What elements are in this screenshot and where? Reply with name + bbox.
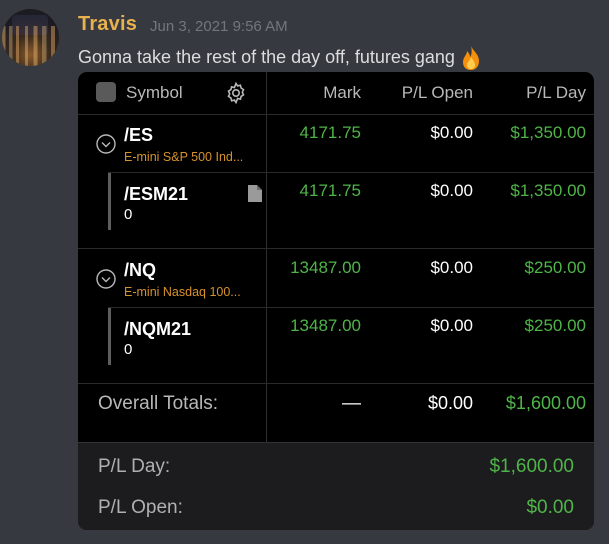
summary-pl-day-label: P/L Day: (98, 456, 171, 477)
summary-pl-open-label: P/L Open: (98, 497, 183, 518)
positions-table: Symbol Mark P/L Open P/L Day /ES E-mini … (78, 72, 594, 442)
pl-summary-panel: P/L Day: $1,600.00 P/L Open: $0.00 (78, 442, 594, 530)
pl-day-value: $1,350.00 (510, 181, 586, 200)
child-quantity: 0 (124, 206, 133, 223)
mark-value: 4171.75 (299, 181, 361, 200)
pl-day-value: $1,350.00 (510, 123, 586, 142)
select-all-checkbox[interactable] (96, 82, 116, 102)
child-symbol: /ESM21 (124, 184, 189, 204)
mark-value: 13487.00 (290, 258, 361, 277)
totals-label: Overall Totals: (98, 393, 219, 414)
fire-emoji-icon (459, 45, 481, 70)
mark-value: 13487.00 (290, 316, 361, 335)
pl-day-value: $250.00 (524, 316, 586, 335)
message-text-container: Gonna take the rest of the day off, futu… (78, 45, 481, 70)
gear-icon[interactable] (224, 81, 248, 105)
chevron-down-icon[interactable] (96, 269, 116, 289)
message-text: Gonna take the rest of the day off, futu… (78, 46, 455, 67)
pl-day-value: $250.00 (524, 258, 586, 277)
child-symbol: /NQM21 (124, 319, 192, 339)
group-description: E-mini S&P 500 Ind... (124, 150, 244, 164)
summary-pl-day-value: $1,600.00 (489, 456, 574, 477)
child-quantity: 0 (124, 341, 133, 358)
header-pl-open[interactable]: P/L Open (402, 83, 473, 103)
header-mark[interactable]: Mark (323, 83, 361, 103)
totals-pl-day: $1,600.00 (505, 393, 586, 413)
pl-open-value: $0.00 (430, 181, 473, 200)
user-avatar[interactable] (2, 9, 59, 66)
document-icon[interactable] (248, 185, 262, 202)
group-symbol: /NQ (124, 260, 157, 280)
totals-pl-open: $0.00 (427, 393, 473, 413)
position-group-row[interactable]: /NQ E-mini Nasdaq 100... 13487.00 $0.00 … (78, 249, 594, 307)
totals-mark: — (342, 393, 361, 414)
message-timestamp: Jun 3, 2021 9:56 AM (150, 18, 288, 35)
overall-totals-row: Overall Totals: — $0.00 $1,600.00 (78, 384, 594, 442)
summary-pl-open-value: $0.00 (526, 497, 574, 518)
chevron-down-icon[interactable] (96, 134, 116, 154)
positions-screenshot[interactable]: Symbol Mark P/L Open P/L Day /ES E-mini … (78, 72, 594, 530)
position-child-row[interactable]: /ESM21 0 4171.75 $0.00 $1,350.00 (78, 172, 594, 230)
pl-open-value: $0.00 (430, 258, 473, 277)
header-symbol[interactable]: Symbol (126, 83, 183, 103)
mark-value: 4171.75 (299, 123, 361, 142)
header-pl-day[interactable]: P/L Day (526, 83, 586, 103)
group-description: E-mini Nasdaq 100... (124, 285, 241, 299)
avatar-city-lights (2, 26, 59, 66)
position-group-row[interactable]: /ES E-mini S&P 500 Ind... 4171.75 $0.00 … (78, 114, 594, 172)
pl-open-value: $0.00 (430, 316, 473, 335)
group-symbol: /ES (124, 125, 154, 145)
position-child-row[interactable]: /NQM21 0 13487.00 $0.00 $250.00 (78, 307, 594, 365)
author-name[interactable]: Travis (78, 13, 137, 36)
table-header: Symbol Mark P/L Open P/L Day (78, 72, 594, 115)
pl-open-value: $0.00 (430, 123, 473, 142)
